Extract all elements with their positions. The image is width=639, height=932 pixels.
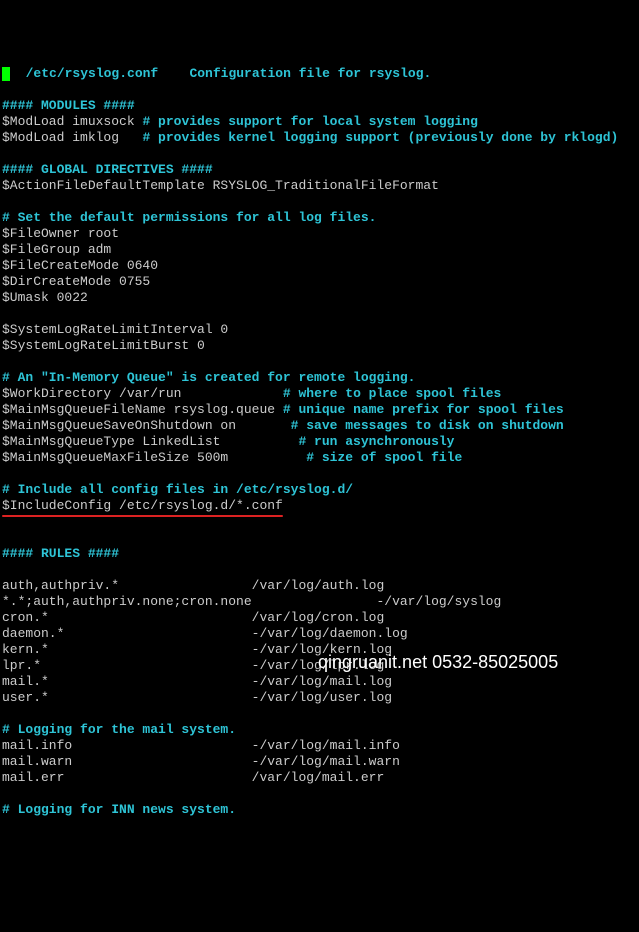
file-desc: Configuration file for rsyslog. — [189, 66, 431, 81]
dircreate: $DirCreateMode 0755 — [2, 274, 150, 289]
fileowner: $FileOwner root — [2, 226, 119, 241]
filegroup: $FileGroup adm — [2, 242, 111, 257]
qfile: $MainMsgQueueFileName rsyslog.queue — [2, 402, 275, 417]
workdir: $WorkDirectory /var/run — [2, 386, 181, 401]
queue-comment: # An "In-Memory Queue" is created for re… — [2, 370, 415, 385]
umask: $Umask 0022 — [2, 290, 88, 305]
file-path: /etc/rsyslog.conf — [26, 66, 159, 81]
qsave: $MainMsgQueueSaveOnShutdown on — [2, 418, 236, 433]
section-rules: #### RULES #### — [2, 546, 119, 561]
qfile-c: # unique name prefix for spool files — [283, 402, 564, 417]
rule-user: user.* -/var/log/user.log — [2, 690, 392, 705]
terminal-content: /etc/rsyslog.conf Configuration file for… — [2, 66, 637, 818]
modload2: $ModLoad imklog — [2, 130, 119, 145]
modload2-comment: # provides kernel logging support (previ… — [142, 130, 618, 145]
section-global: #### GLOBAL DIRECTIVES #### — [2, 162, 213, 177]
qsize: $MainMsgQueueMaxFileSize 500m — [2, 450, 228, 465]
modload1-comment: # provides support for local system logg… — [142, 114, 477, 129]
rule-auth: auth,authpriv.* /var/log/auth.log — [2, 578, 384, 593]
perm-comment: # Set the default permissions for all lo… — [2, 210, 376, 225]
workdir-c: # where to place spool files — [283, 386, 501, 401]
qsize-c: # size of spool file — [306, 450, 462, 465]
mail-warn: mail.warn -/var/log/mail.warn — [2, 754, 400, 769]
qtype-c: # run asynchronously — [298, 434, 454, 449]
rule-cron: cron.* /var/log/cron.log — [2, 610, 384, 625]
include-config: $IncludeConfig /etc/rsyslog.d/*.conf — [2, 498, 283, 514]
qtype: $MainMsgQueueType LinkedList — [2, 434, 220, 449]
inn-comment: # Logging for INN news system. — [2, 802, 236, 817]
section-modules: #### MODULES #### — [2, 98, 135, 113]
rule-mail: mail.* -/var/log/mail.log — [2, 674, 392, 689]
include-comment: # Include all config files in /etc/rsysl… — [2, 482, 353, 497]
watermark-text: qingruanit.net 0532-85025005 — [318, 654, 558, 670]
cursor-icon — [2, 67, 10, 81]
mail-comment: # Logging for the mail system. — [2, 722, 236, 737]
rule-syslog: *.*;auth,authpriv.none;cron.none -/var/l… — [2, 594, 501, 609]
rule-daemon: daemon.* -/var/log/daemon.log — [2, 626, 408, 641]
modload1: $ModLoad imuxsock — [2, 114, 135, 129]
filecreate: $FileCreateMode 0640 — [2, 258, 158, 273]
mail-info: mail.info -/var/log/mail.info — [2, 738, 400, 753]
action-template: $ActionFileDefaultTemplate RSYSLOG_Tradi… — [2, 178, 439, 193]
mail-err: mail.err /var/log/mail.err — [2, 770, 384, 785]
ratelimit-interval: $SystemLogRateLimitInterval 0 — [2, 322, 228, 337]
ratelimit-burst: $SystemLogRateLimitBurst 0 — [2, 338, 205, 353]
qsave-c: # save messages to disk on shutdown — [291, 418, 564, 433]
